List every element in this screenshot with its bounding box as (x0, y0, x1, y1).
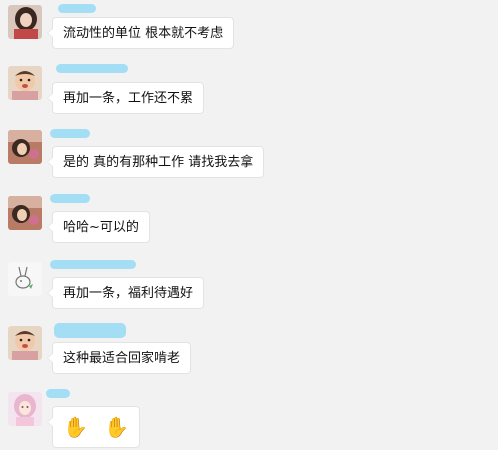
message-bubble: 是的 真的有那种工作 请找我去拿 (46, 146, 265, 178)
raised-hand-icon: ✋ (63, 415, 88, 439)
child-photo-avatar[interactable] (8, 196, 42, 230)
baby-avatar[interactable] (8, 326, 42, 360)
message-bubble: 这种最适合回家啃老 (46, 342, 192, 374)
raised-hand-icon: ✋ (104, 415, 129, 439)
sender-name-redacted (58, 4, 96, 13)
sender-name-redacted (46, 389, 70, 398)
message-bubble: 流动性的单位 根本就不考虑 (46, 17, 235, 49)
rabbit-sketch-avatar[interactable] (8, 262, 42, 296)
sender-name-redacted (56, 64, 128, 73)
sender-name-redacted (50, 260, 136, 269)
girl-portrait-avatar[interactable] (8, 5, 42, 39)
baby-avatar[interactable] (8, 66, 42, 100)
message-bubble: 再加一条，福利待遇好 (46, 277, 205, 309)
message-bubble: 再加一条，工作还不累 (46, 82, 205, 114)
sender-name-redacted (50, 194, 90, 203)
anime-girl-avatar[interactable] (8, 392, 42, 426)
sender-name-redacted (54, 323, 126, 338)
child-photo-avatar[interactable] (8, 130, 42, 164)
message-bubble: ✋ ✋ (47, 406, 140, 448)
sender-name-redacted (50, 129, 90, 138)
message-bubble: 哈哈~可以的 (47, 211, 150, 243)
